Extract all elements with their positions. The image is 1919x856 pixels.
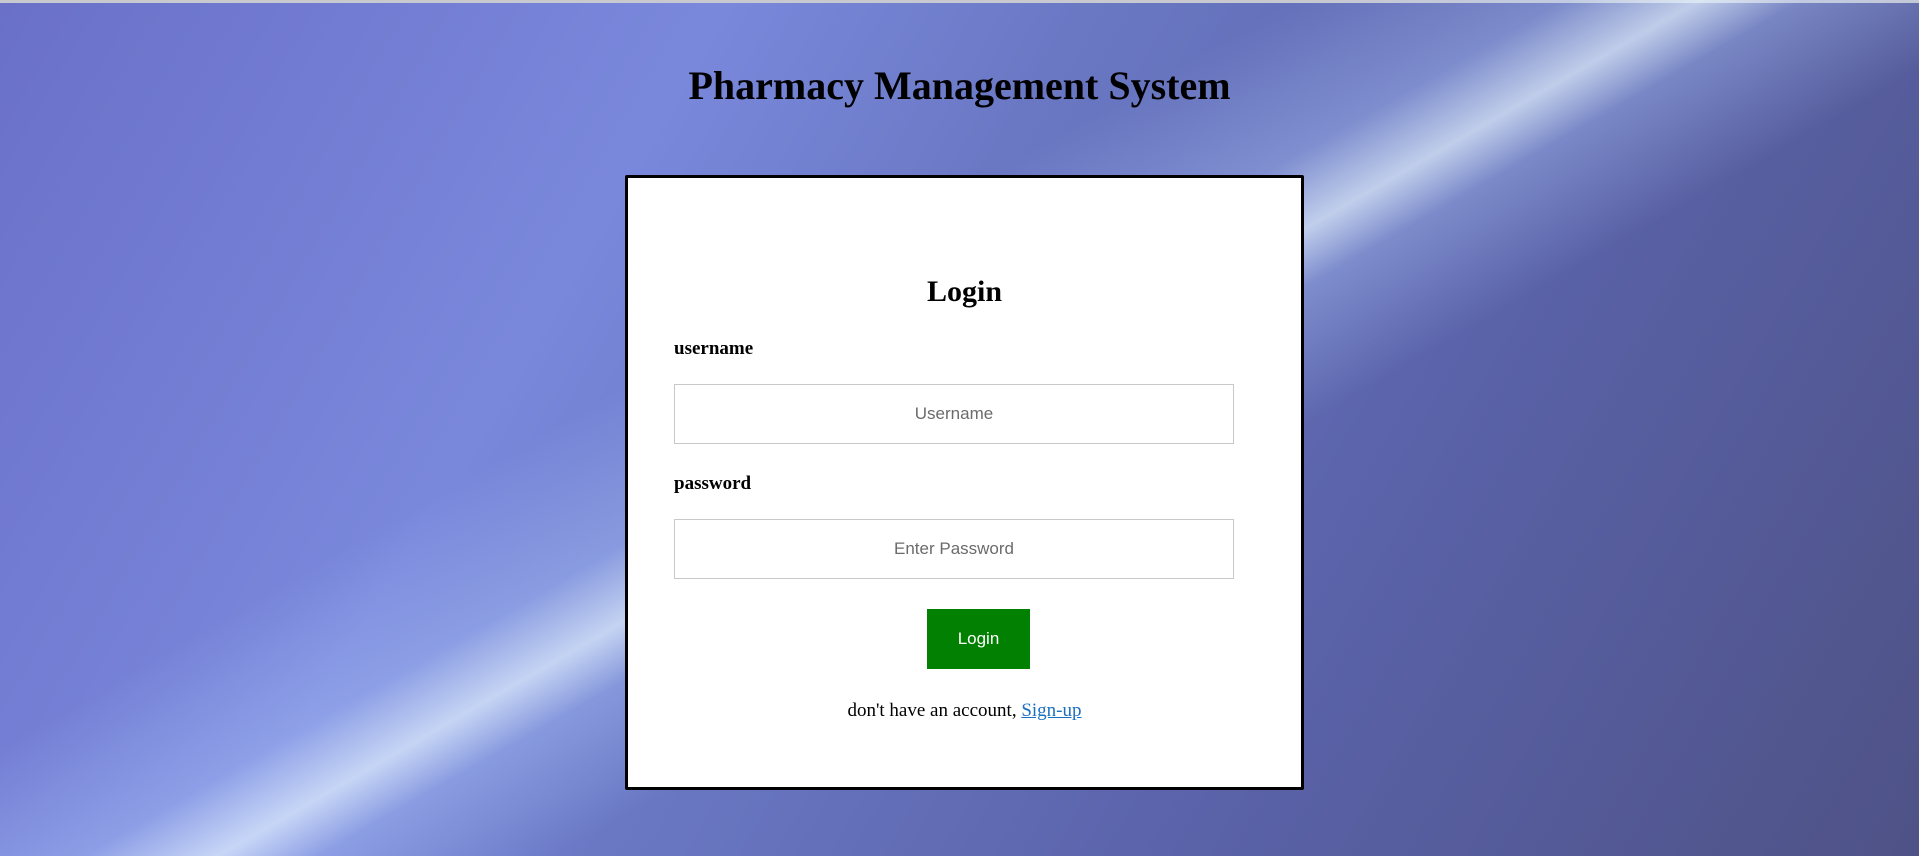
password-input[interactable] bbox=[674, 519, 1234, 579]
signup-prompt-line: don't have an account, Sign-up bbox=[628, 700, 1301, 722]
login-card: Login username password Login don't have… bbox=[625, 175, 1304, 790]
username-input[interactable] bbox=[674, 384, 1234, 444]
page-title: Pharmacy Management System bbox=[688, 63, 1231, 108]
signup-link[interactable]: Sign-up bbox=[1021, 700, 1081, 721]
login-button[interactable]: Login bbox=[927, 609, 1030, 669]
username-label: username bbox=[674, 338, 754, 359]
password-label: password bbox=[674, 473, 752, 494]
browser-top-edge bbox=[0, 0, 1919, 3]
login-heading: Login bbox=[926, 275, 1003, 308]
signup-prompt-text: don't have an account, bbox=[847, 700, 1022, 721]
